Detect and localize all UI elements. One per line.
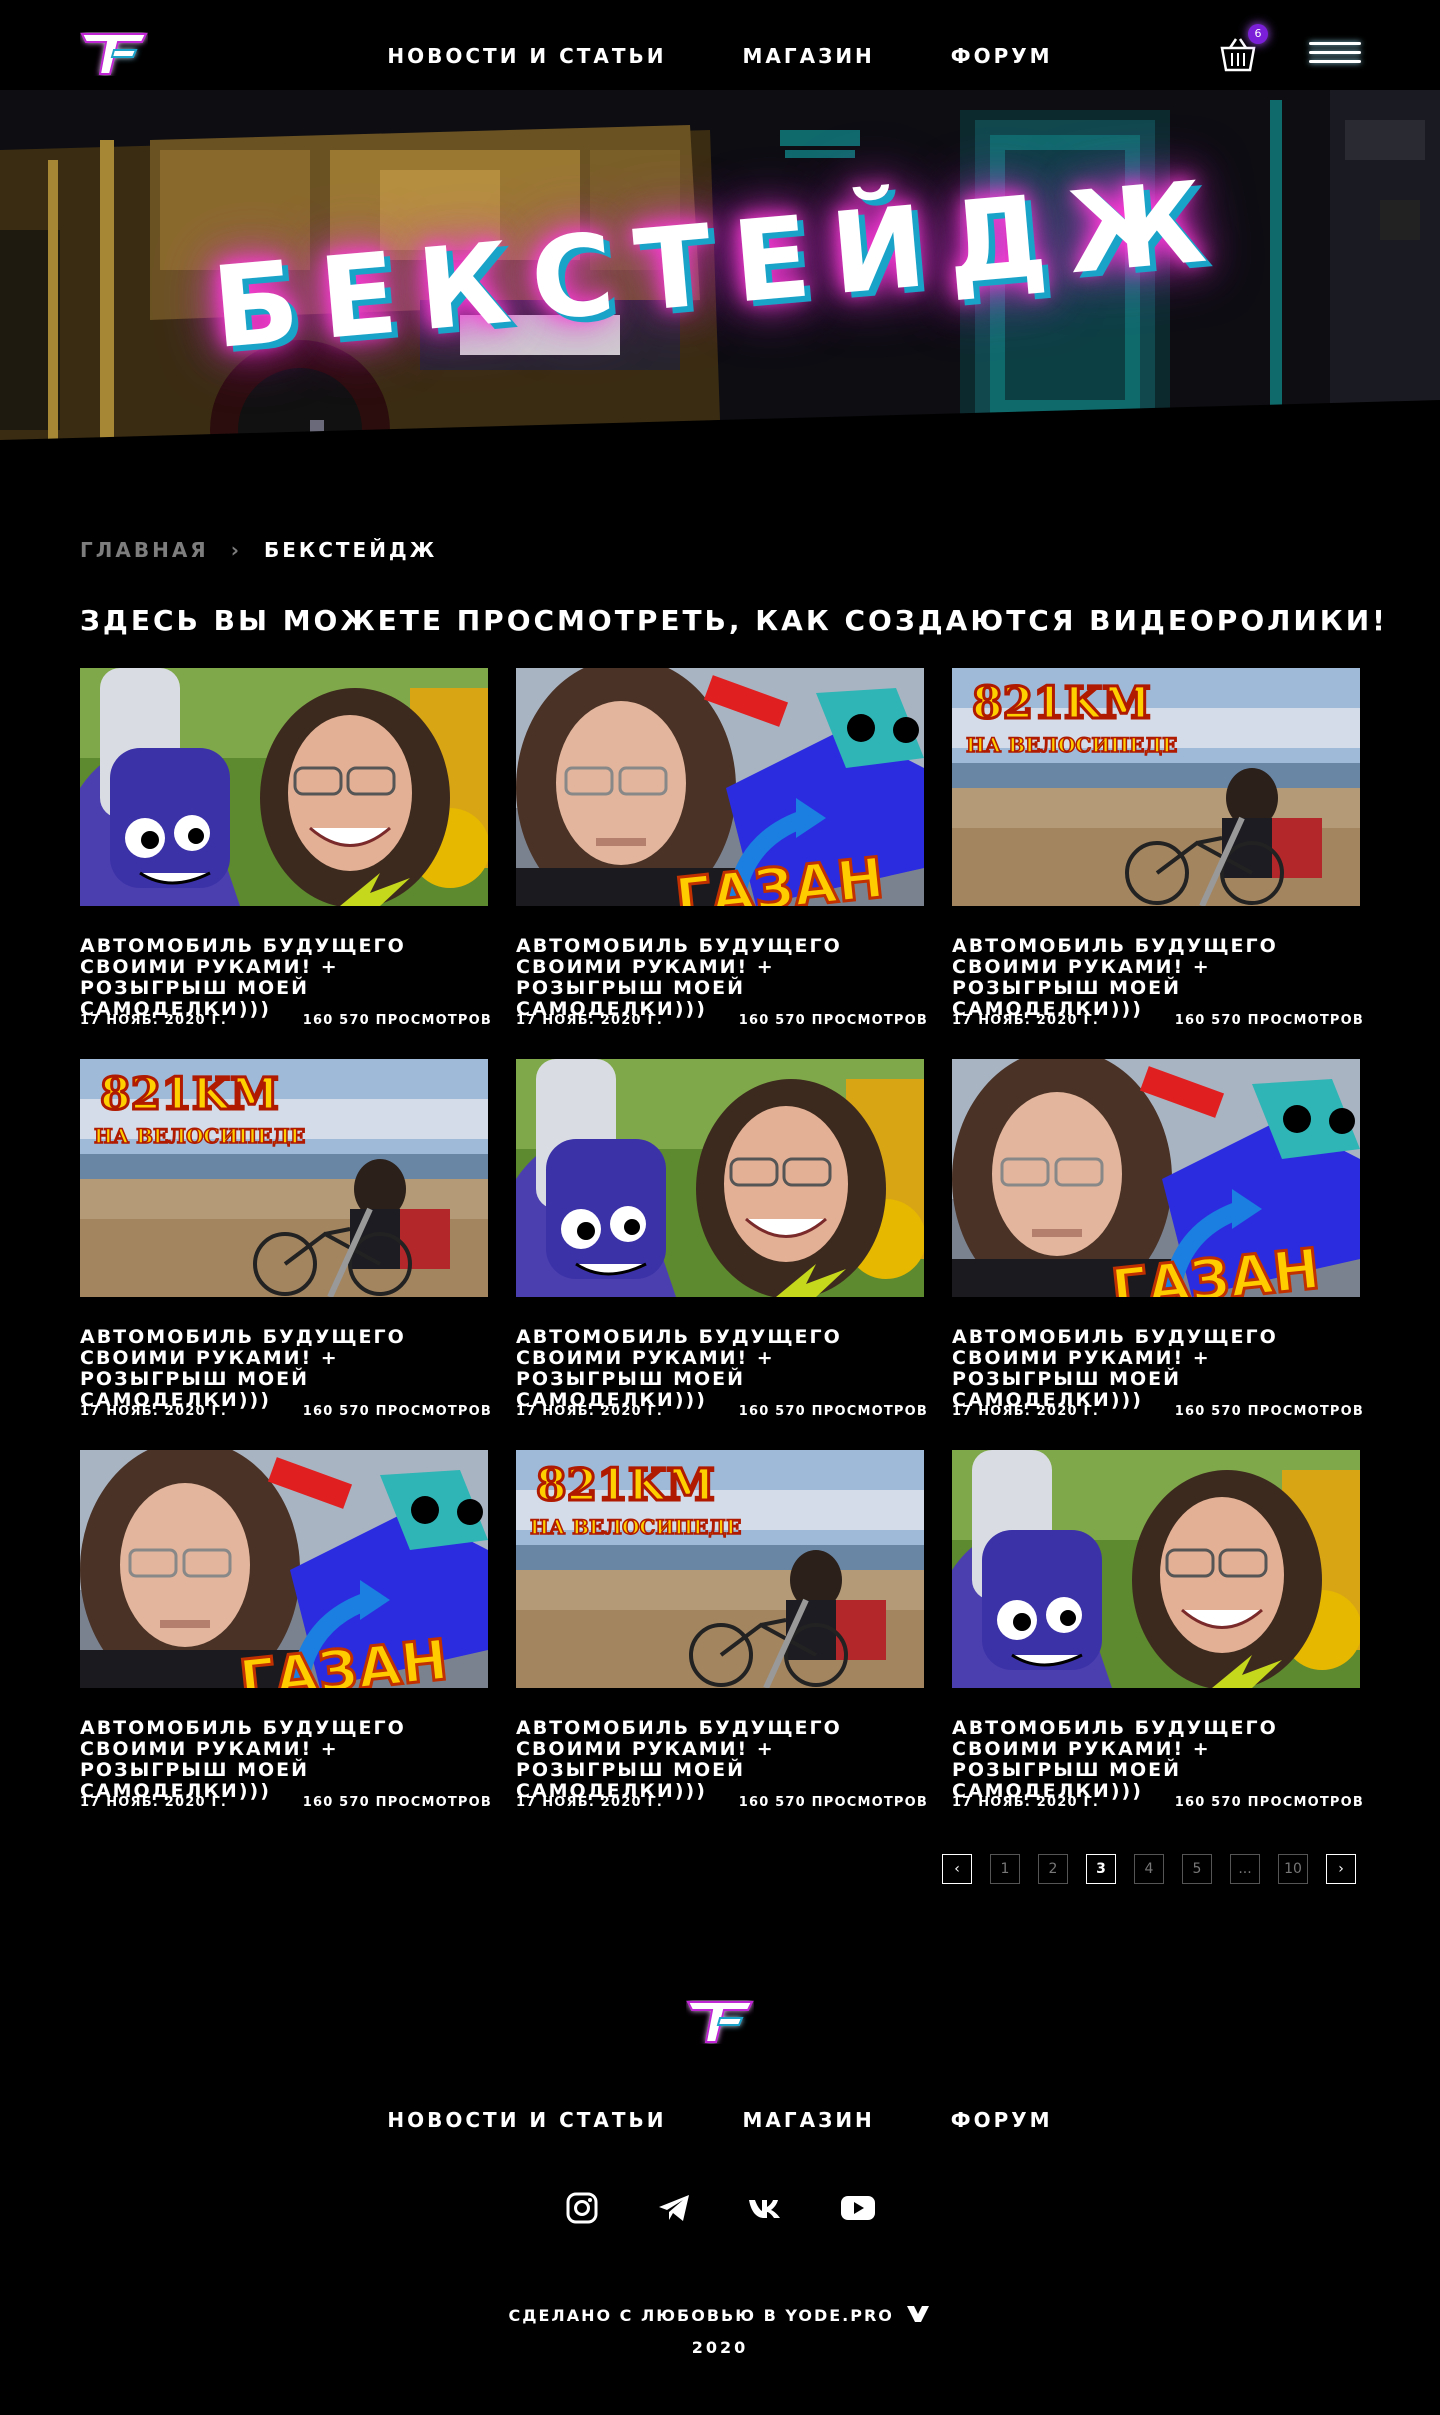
video-title[interactable]: АВТОМОБИЛЬ БУДУЩЕГО СВОИМИ РУКАМИ! + РОЗ… [516,936,924,1020]
video-views: 160 570 ПРОСМОТРОВ [1174,1404,1364,1419]
cart-count-badge: 6 [1248,24,1268,44]
yode-logo-icon[interactable] [905,2304,931,2324]
video-date: 17 НОЯБ. 2020 Г. [80,1404,228,1419]
svg-text:821KM: 821KM [100,1069,279,1120]
svg-text:НА ВЕЛОСИПЕДЕ: НА ВЕЛОСИПЕДЕ [530,1515,741,1539]
video-card[interactable]: АВТОМОБИЛЬ БУДУЩЕГО СВОИМИ РУКАМИ! + РОЗ… [516,1059,927,1429]
video-views: 160 570 ПРОСМОТРОВ [738,1404,928,1419]
video-title[interactable]: АВТОМОБИЛЬ БУДУЩЕГО СВОИМИ РУКАМИ! + РОЗ… [80,1718,488,1802]
video-views: 160 570 ПРОСМОТРОВ [302,1795,492,1810]
video-meta: 17 НОЯБ. 2020 Г. 160 570 ПРОСМОТРОВ [516,1795,928,1810]
video-card[interactable]: АВТОМОБИЛЬ БУДУЩЕГО СВОИМИ РУКАМИ! + РОЗ… [80,668,491,1038]
video-thumbnail[interactable]: 821KM НА ВЕЛОСИПЕДЕ [952,668,1360,906]
video-title[interactable]: АВТОМОБИЛЬ БУДУЩЕГО СВОИМИ РУКАМИ! + РОЗ… [516,1718,924,1802]
video-views: 160 570 ПРОСМОТРОВ [1174,1795,1364,1810]
video-date: 17 НОЯБ. 2020 Г. [516,1013,664,1028]
chevron-left-icon[interactable]: ‹ [942,1854,972,1884]
video-thumbnail[interactable]: ГАЗАН [952,1059,1360,1297]
video-date: 17 НОЯБ. 2020 Г. [516,1404,664,1419]
page-3-current[interactable]: 3 [1086,1854,1116,1884]
video-card[interactable]: 821KM НА ВЕЛОСИПЕДЕ АВТОМОБИЛЬ БУДУЩЕГО СВ… [516,1450,927,1820]
telegram-icon[interactable] [656,2190,692,2226]
video-card[interactable]: АВТОМОБИЛЬ БУДУЩЕГО СВОИМИ РУКАМИ! + РОЗ… [952,1450,1363,1820]
video-card[interactable]: ГАЗАН АВТОМОБИЛЬ БУДУЩЕГО СВОИМИ РУКАМИ! … [516,668,927,1038]
video-views: 160 570 ПРОСМОТРОВ [302,1013,492,1028]
video-card[interactable]: ГАЗАН АВТОМОБИЛЬ БУДУЩЕГО СВОИМИ РУКАМИ! … [80,1450,491,1820]
svg-text:821KM: 821KM [972,678,1151,729]
chevron-right-icon: › [230,538,242,562]
breadcrumb-home-link[interactable]: ГЛАВНАЯ [80,538,209,562]
instagram-icon[interactable] [564,2190,600,2226]
video-title[interactable]: АВТОМОБИЛЬ БУДУЩЕГО СВОИМИ РУКАМИ! + РОЗ… [952,936,1360,1020]
video-views: 160 570 ПРОСМОТРОВ [1174,1013,1364,1028]
video-card[interactable]: 821KM НА ВЕЛОСИПЕДЕ АВТОМОБИЛЬ БУДУЩЕГО СВ… [952,668,1363,1038]
vk-icon[interactable] [748,2190,784,2226]
video-title[interactable]: АВТОМОБИЛЬ БУДУЩЕГО СВОИМИ РУКАМИ! + РОЗ… [952,1718,1360,1802]
video-title[interactable]: АВТОМОБИЛЬ БУДУЩЕГО СВОИМИ РУКАМИ! + РОЗ… [80,936,488,1020]
footer-nav-forum[interactable]: ФОРУМ [951,2108,1053,2132]
pagination: ‹ 1 2 3 4 5 ... 10 › [942,1854,1356,1884]
video-meta: 17 НОЯБ. 2020 Г. 160 570 ПРОСМОТРОВ [952,1404,1364,1419]
site-header: НОВОСТИ И СТАТЬИ МАГАЗИН ФОРУМ 6 [0,0,1440,110]
video-date: 17 НОЯБ. 2020 Г. [952,1013,1100,1028]
page-1[interactable]: 1 [990,1854,1020,1884]
video-date: 17 НОЯБ. 2020 Г. [80,1013,228,1028]
credits-text: СДЕЛАНО С ЛЮБОВЬЮ В YODE.PRO [508,2306,894,2325]
footer-nav-shop[interactable]: МАГАЗИН [743,2108,875,2132]
video-thumbnail[interactable]: ГАЗАН [516,668,924,906]
footer-credits: СДЕЛАНО С ЛЮБОВЬЮ В YODE.PRO [0,2304,1440,2325]
svg-text:821KM: 821KM [536,1460,715,1511]
video-thumbnail[interactable]: 821KM НА ВЕЛОСИПЕДЕ [80,1059,488,1297]
page-10[interactable]: 10 [1278,1854,1308,1884]
page-5[interactable]: 5 [1182,1854,1212,1884]
page-intro: ЗДЕСЬ ВЫ МОЖЕТЕ ПРОСМОТРЕТЬ, КАК СОЗДАЮТ… [80,604,1388,637]
footer-nav: НОВОСТИ И СТАТЬИ МАГАЗИН ФОРУМ [0,2108,1440,2132]
video-date: 17 НОЯБ. 2020 Г. [952,1404,1100,1419]
video-meta: 17 НОЯБ. 2020 Г. 160 570 ПРОСМОТРОВ [516,1404,928,1419]
nav-news[interactable]: НОВОСТИ И СТАТЬИ [387,44,666,68]
youtube-icon[interactable] [840,2190,876,2226]
svg-text:НА ВЕЛОСИПЕДЕ: НА ВЕЛОСИПЕДЕ [94,1124,305,1148]
page-ellipsis: ... [1230,1854,1260,1884]
hamburger-menu-icon[interactable] [1309,42,1361,70]
video-thumbnail[interactable] [952,1450,1360,1688]
video-thumbnail[interactable]: 821KM НА ВЕЛОСИПЕДЕ [516,1450,924,1688]
video-title[interactable]: АВТОМОБИЛЬ БУДУЩЕГО СВОИМИ РУКАМИ! + РОЗ… [516,1327,924,1411]
page-2[interactable]: 2 [1038,1854,1068,1884]
video-thumbnail[interactable] [516,1059,924,1297]
page-4[interactable]: 4 [1134,1854,1164,1884]
video-title[interactable]: АВТОМОБИЛЬ БУДУЩЕГО СВОИМИ РУКАМИ! + РОЗ… [80,1327,488,1411]
video-meta: 17 НОЯБ. 2020 Г. 160 570 ПРОСМОТРОВ [80,1013,492,1028]
video-card[interactable]: 821KM НА ВЕЛОСИПЕДЕ АВТОМОБИЛЬ БУДУЩЕГО СВ… [80,1059,491,1429]
video-date: 17 НОЯБ. 2020 Г. [516,1795,664,1810]
footer-tf-logo-icon[interactable] [686,2000,754,2044]
nav-forum[interactable]: ФОРУМ [951,44,1053,68]
breadcrumb: ГЛАВНАЯ › БЕКСТЕЙДЖ [80,538,437,562]
video-meta: 17 НОЯБ. 2020 Г. 160 570 ПРОСМОТРОВ [952,1795,1364,1810]
video-meta: 17 НОЯБ. 2020 Г. 160 570 ПРОСМОТРОВ [80,1404,492,1419]
chevron-right-icon[interactable]: › [1326,1854,1356,1884]
video-meta: 17 НОЯБ. 2020 Г. 160 570 ПРОСМОТРОВ [516,1013,928,1028]
video-date: 17 НОЯБ. 2020 Г. [952,1795,1100,1810]
video-title[interactable]: АВТОМОБИЛЬ БУДУЩЕГО СВОИМИ РУКАМИ! + РОЗ… [952,1327,1360,1411]
video-views: 160 570 ПРОСМОТРОВ [738,1013,928,1028]
video-meta: 17 НОЯБ. 2020 Г. 160 570 ПРОСМОТРОВ [80,1795,492,1810]
breadcrumb-current: БЕКСТЕЙДЖ [263,538,438,562]
video-views: 160 570 ПРОСМОТРОВ [738,1795,928,1810]
video-views: 160 570 ПРОСМОТРОВ [302,1404,492,1419]
video-card[interactable]: ГАЗАН АВТОМОБИЛЬ БУДУЩЕГО СВОИМИ РУКАМИ! … [952,1059,1363,1429]
video-date: 17 НОЯБ. 2020 Г. [80,1795,228,1810]
footer-year: 2020 [691,2338,749,2357]
social-links [0,2190,1440,2226]
video-thumbnail[interactable] [80,668,488,906]
footer-nav-news[interactable]: НОВОСТИ И СТАТЬИ [387,2108,666,2132]
video-thumbnail[interactable]: ГАЗАН [80,1450,488,1688]
svg-text:НА ВЕЛОСИПЕДЕ: НА ВЕЛОСИПЕДЕ [966,733,1177,757]
nav-shop[interactable]: МАГАЗИН [743,44,875,68]
video-meta: 17 НОЯБ. 2020 Г. 160 570 ПРОСМОТРОВ [952,1013,1364,1028]
